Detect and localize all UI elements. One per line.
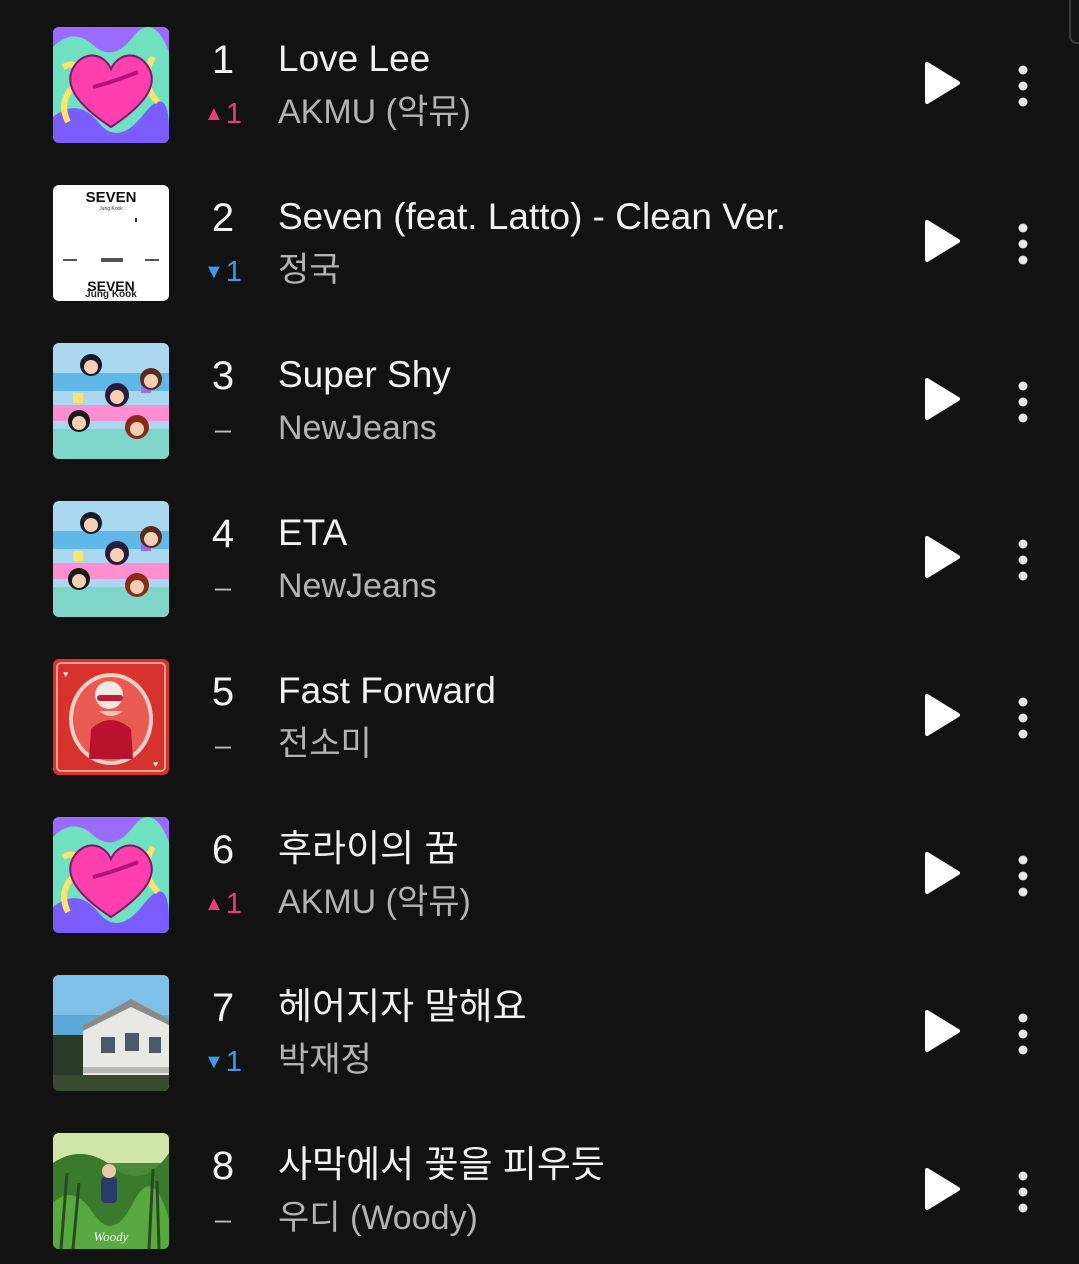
rank-change: ▼ 1 bbox=[196, 1042, 250, 1082]
artist-name[interactable]: NewJeans bbox=[278, 564, 437, 608]
rank-change-value: 1 bbox=[225, 1045, 242, 1078]
more-vertical-icon[interactable] bbox=[1006, 1166, 1040, 1214]
rank-down-icon: ▼ bbox=[204, 260, 224, 283]
chart-row[interactable]: 6 ▲ 1 후라이의 꿈 AKMU (악뮤) bbox=[0, 790, 1079, 948]
more-vertical-icon[interactable] bbox=[1006, 1008, 1040, 1056]
song-title[interactable]: Love Lee bbox=[278, 36, 430, 82]
play-icon[interactable] bbox=[918, 1164, 964, 1214]
seven-sub-text: Jung Kook bbox=[99, 206, 123, 212]
chart-row[interactable]: ♥ ♥ 5 – Fast Forward 전소미 bbox=[0, 632, 1079, 790]
rank-change-value: 1 bbox=[225, 97, 242, 130]
more-vertical-icon[interactable] bbox=[1006, 60, 1040, 108]
rank-change: ▼ 1 bbox=[196, 252, 250, 292]
more-vertical-icon[interactable] bbox=[1006, 850, 1040, 898]
album-art-desert-flower[interactable]: Woody bbox=[53, 1133, 169, 1249]
song-title[interactable]: ETA bbox=[278, 510, 347, 556]
play-icon[interactable] bbox=[918, 58, 964, 108]
artist-name[interactable]: 정국 bbox=[278, 248, 341, 292]
chart-row[interactable]: SEVEN Jung Kook SEVEN Jung Kook 2 ▼ 1 Sev… bbox=[0, 158, 1079, 316]
rank-change: – bbox=[196, 410, 250, 450]
artist-name[interactable]: 전소미 bbox=[278, 722, 372, 766]
album-art-seven[interactable]: SEVEN Jung Kook SEVEN Jung Kook bbox=[53, 185, 169, 301]
chart-row[interactable]: 1 ▲ 1 Love Lee AKMU (악뮤) bbox=[0, 0, 1079, 158]
song-title[interactable]: 사막에서 꽃을 피우듯 bbox=[278, 1142, 605, 1188]
album-art-eta[interactable] bbox=[53, 501, 169, 617]
rank-up-icon: ▲ bbox=[204, 102, 224, 125]
artist-name[interactable]: NewJeans bbox=[278, 406, 437, 450]
seven-top-text: SEVEN bbox=[86, 189, 137, 206]
album-art-love-lee[interactable] bbox=[53, 27, 169, 143]
play-icon[interactable] bbox=[918, 848, 964, 898]
chart-row[interactable]: 4 – ETA NewJeans bbox=[0, 474, 1079, 632]
artist-name[interactable]: AKMU (악뮤) bbox=[278, 880, 471, 924]
rank-change-value: – bbox=[214, 1203, 232, 1236]
chart-row[interactable]: 7 ▼ 1 헤어지자 말해요 박재정 bbox=[0, 948, 1079, 1106]
album-art-breakup[interactable] bbox=[53, 975, 169, 1091]
rank-number: 6 bbox=[211, 828, 235, 872]
rank-down-icon: ▼ bbox=[204, 1050, 224, 1073]
rank-change-value: – bbox=[214, 729, 232, 762]
album-art-super-shy[interactable] bbox=[53, 343, 169, 459]
svg-text:♥: ♥ bbox=[153, 759, 158, 769]
rank-change: ▲ 1 bbox=[196, 94, 250, 134]
song-title[interactable]: 헤어지자 말해요 bbox=[278, 984, 527, 1030]
more-vertical-icon[interactable] bbox=[1006, 692, 1040, 740]
rank-number: 7 bbox=[211, 986, 235, 1030]
rank-change: – bbox=[196, 1200, 250, 1240]
more-vertical-icon[interactable] bbox=[1006, 218, 1040, 266]
more-vertical-icon[interactable] bbox=[1006, 376, 1040, 424]
rank-change: – bbox=[196, 726, 250, 766]
rank-up-icon: ▲ bbox=[204, 892, 224, 915]
artist-name[interactable]: AKMU (악뮤) bbox=[278, 90, 471, 134]
play-icon[interactable] bbox=[918, 216, 964, 266]
rank-change: ▲ 1 bbox=[196, 884, 250, 924]
svg-text:♥: ♥ bbox=[63, 669, 68, 679]
rank-number: 3 bbox=[211, 354, 235, 398]
play-icon[interactable] bbox=[918, 374, 964, 424]
rank-change-value: – bbox=[214, 571, 232, 604]
rank-change-value: 1 bbox=[225, 255, 242, 288]
seven-bottom-sub-text: Jung Kook bbox=[85, 289, 137, 300]
album-art-fry-dream[interactable] bbox=[53, 817, 169, 933]
rank-number: 5 bbox=[211, 670, 235, 714]
play-icon[interactable] bbox=[918, 532, 964, 582]
woody-sign-text: Woody bbox=[94, 1229, 129, 1244]
rank-number: 1 bbox=[211, 38, 235, 82]
rank-number: 2 bbox=[211, 196, 235, 240]
artist-name[interactable]: 우디 (Woody) bbox=[278, 1196, 478, 1240]
chart-row[interactable]: 3 – Super Shy NewJeans bbox=[0, 316, 1079, 474]
play-icon[interactable] bbox=[918, 690, 964, 740]
play-icon[interactable] bbox=[918, 1006, 964, 1056]
song-title[interactable]: 후라이의 꿈 bbox=[278, 826, 458, 872]
album-art-fast-forward[interactable]: ♥ ♥ bbox=[53, 659, 169, 775]
rank-change: – bbox=[196, 568, 250, 608]
chart-row[interactable]: Woody 8 – 사막에서 꽃을 피우듯 우디 (Woody) bbox=[0, 1106, 1079, 1264]
rank-number: 4 bbox=[211, 512, 235, 556]
more-vertical-icon[interactable] bbox=[1006, 534, 1040, 582]
artist-name[interactable]: 박재정 bbox=[278, 1038, 372, 1082]
song-title[interactable]: Fast Forward bbox=[278, 668, 496, 714]
song-title[interactable]: Seven (feat. Latto) - Clean Ver. bbox=[278, 194, 786, 240]
song-title[interactable]: Super Shy bbox=[278, 352, 451, 398]
rank-number: 8 bbox=[211, 1144, 235, 1188]
rank-change-value: 1 bbox=[225, 887, 242, 920]
rank-change-value: – bbox=[214, 413, 232, 446]
